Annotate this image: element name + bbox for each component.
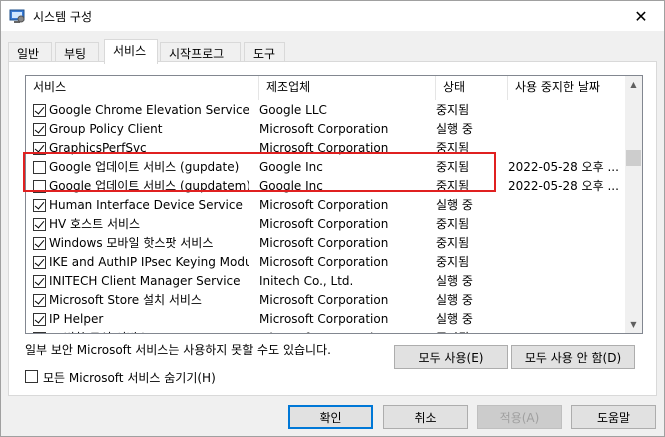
service-manufacturer: Initech Co., Ltd. — [259, 274, 354, 288]
service-status: 실행 중 — [436, 293, 473, 307]
tab-tools[interactable]: 도구 — [244, 42, 285, 63]
service-status: 중지됨 — [436, 329, 506, 333]
list-header: 서비스 제조업체 상태 사용 중지한 날짜 — [26, 76, 626, 100]
service-row[interactable]: IP 변환 구성 서비스 Microsoft Corporation 중지됨 — [26, 329, 626, 333]
help-button[interactable]: 도움말 — [571, 405, 656, 429]
service-name: INITECH Client Manager Service — [49, 274, 241, 288]
service-row[interactable]: Windows 모바일 핫스팟 서비스 Microsoft Corporation… — [26, 234, 626, 253]
service-checkbox[interactable] — [33, 199, 46, 212]
service-checkbox[interactable] — [33, 123, 46, 136]
service-manufacturer: Microsoft Corporation — [259, 122, 389, 136]
service-row[interactable]: INITECH Client Manager Service Initech Co… — [26, 272, 626, 291]
scroll-up-icon[interactable]: ▲ — [625, 76, 642, 93]
hide-microsoft-checkbox[interactable] — [25, 370, 38, 383]
enable-all-button[interactable]: 모두 사용(E) — [394, 345, 508, 369]
cancel-button[interactable]: 취소 — [383, 405, 468, 429]
service-checkbox[interactable] — [33, 256, 46, 269]
service-status: 실행 중 — [436, 312, 473, 326]
service-row[interactable]: Google Chrome Elevation Service (... Goog… — [26, 101, 626, 120]
service-status: 중지됨 — [436, 255, 470, 269]
close-icon[interactable]: ✕ — [618, 1, 664, 31]
column-status[interactable]: 상태 — [436, 76, 508, 100]
service-status: 중지됨 — [436, 103, 470, 117]
tab-startup[interactable]: 시작프로그램 — [160, 42, 241, 78]
service-checkbox[interactable] — [33, 332, 46, 333]
service-name: IKE and AuthIP IPsec Keying Modules — [49, 255, 249, 269]
ok-button[interactable]: 확인 — [288, 405, 373, 429]
system-config-window: 시스템 구성 ✕ 일반 부팅 서비스 시작프로그램 도구 서비스 제조업체 상태… — [0, 0, 665, 437]
column-service[interactable]: 서비스 — [26, 76, 259, 100]
scroll-down-icon[interactable]: ▼ — [625, 316, 642, 333]
service-checkbox[interactable] — [33, 104, 46, 117]
service-disabled-date: 2022-05-28 오후 ... — [508, 179, 619, 193]
service-manufacturer: Google LLC — [259, 103, 327, 117]
service-manufacturer: Microsoft Corporation — [259, 217, 389, 231]
app-icon — [9, 9, 25, 23]
highlight-box — [23, 152, 496, 192]
window-title: 시스템 구성 — [33, 10, 93, 24]
service-disabled-date: 2022-05-28 오후 ... — [508, 160, 619, 174]
service-row[interactable]: Human Interface Device Service Microsoft … — [26, 196, 626, 215]
apply-button[interactable]: 적용(A) — [477, 405, 562, 429]
service-row[interactable]: IP Helper Microsoft Corporation 실행 중 — [26, 310, 626, 329]
service-name: IP 변환 구성 서비스 — [49, 329, 249, 333]
service-manufacturer: Microsoft Corporation — [259, 236, 389, 250]
service-manufacturer: Microsoft Corporation — [259, 255, 389, 269]
service-name: IP Helper — [49, 312, 104, 326]
service-name: Human Interface Device Service — [49, 198, 243, 212]
tab-general[interactable]: 일반 — [8, 42, 52, 63]
title-bar: 시스템 구성 ✕ — [1, 1, 664, 31]
service-checkbox[interactable] — [33, 313, 46, 326]
service-checkbox[interactable] — [33, 294, 46, 307]
service-manufacturer: Microsoft Corporation — [259, 312, 389, 326]
column-manufacturer[interactable]: 제조업체 — [259, 76, 436, 100]
hide-microsoft-label: 모든 Microsoft 서비스 숨기기(H) — [43, 371, 216, 385]
service-name: Google Chrome Elevation Service (... — [49, 103, 249, 117]
service-name: Group Policy Client — [49, 122, 163, 136]
service-status: 실행 중 — [436, 198, 473, 212]
service-row[interactable]: IKE and AuthIP IPsec Keying Modules Micro… — [26, 253, 626, 272]
service-name: Microsoft Store 설치 서비스 — [49, 293, 202, 307]
service-manufacturer: Microsoft Corporation — [259, 293, 389, 307]
tab-boot[interactable]: 부팅 — [55, 42, 99, 63]
vertical-scrollbar[interactable]: ▲ ▼ — [625, 76, 642, 333]
service-status: 실행 중 — [436, 274, 473, 288]
service-name: HV 호스트 서비스 — [49, 217, 141, 231]
service-manufacturer: Microsoft Corporation — [259, 329, 429, 333]
service-name: Windows 모바일 핫스팟 서비스 — [49, 236, 214, 250]
service-status: 중지됨 — [436, 217, 470, 231]
service-row[interactable]: HV 호스트 서비스 Microsoft Corporation 중지됨 — [26, 215, 626, 234]
tab-services[interactable]: 서비스 — [104, 39, 158, 64]
service-checkbox[interactable] — [33, 218, 46, 231]
disable-all-button[interactable]: 모두 사용 안 함(D) — [511, 345, 635, 369]
service-status: 중지됨 — [436, 236, 470, 250]
service-row[interactable]: Group Policy Client Microsoft Corporation… — [26, 120, 626, 139]
security-note: 일부 보안 Microsoft 서비스는 사용하지 못할 수도 있습니다. — [25, 343, 331, 357]
service-checkbox[interactable] — [33, 275, 46, 288]
service-status: 실행 중 — [436, 122, 473, 136]
service-manufacturer: Microsoft Corporation — [259, 198, 389, 212]
column-disabled-date[interactable]: 사용 중지한 날짜 — [508, 76, 626, 100]
service-row[interactable]: Microsoft Store 설치 서비스 Microsoft Corporat… — [26, 291, 626, 310]
service-checkbox[interactable] — [33, 237, 46, 250]
services-list[interactable]: 서비스 제조업체 상태 사용 중지한 날짜 Google Chrome Elev… — [25, 75, 643, 334]
scroll-thumb[interactable] — [626, 150, 641, 166]
